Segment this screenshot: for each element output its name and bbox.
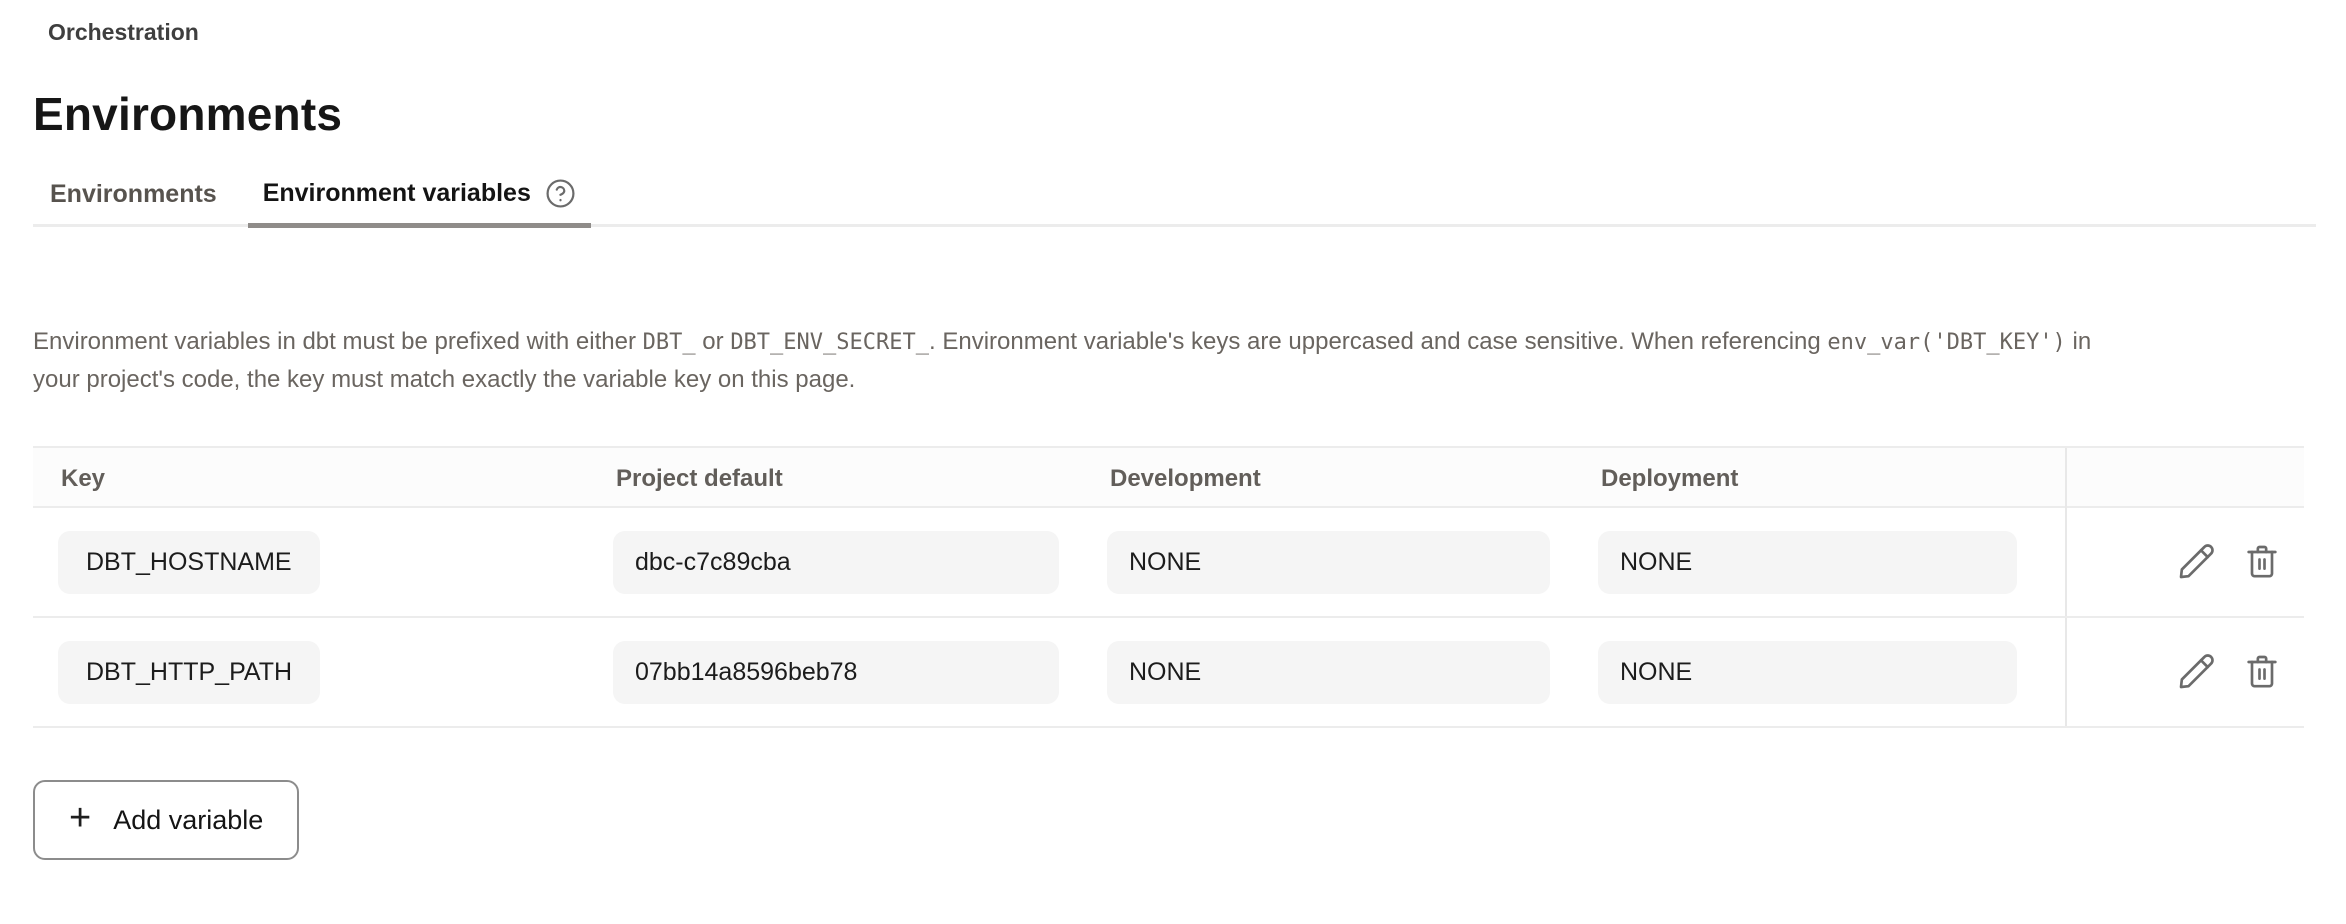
edit-variable-button[interactable] xyxy=(2176,652,2216,692)
page-title: Environments xyxy=(33,88,2316,140)
project-default-value-pill: dbc-c7c89cba xyxy=(613,531,1059,594)
trash-icon xyxy=(2242,680,2282,695)
table-row: DBT_HOSTNAME dbc-c7c89cba NONE NONE xyxy=(33,508,2304,618)
breadcrumb: Orchestration xyxy=(48,18,2316,46)
key-cell: DBT_HTTP_PATH xyxy=(58,618,613,726)
environment-variables-page: Orchestration Environments Environments … xyxy=(0,0,2346,860)
pencil-icon xyxy=(2176,680,2216,695)
add-variable-label: Add variable xyxy=(113,805,263,836)
development-cell: NONE xyxy=(1107,508,1598,616)
variable-key-pill: DBT_HTTP_PATH xyxy=(58,641,320,704)
edit-variable-button[interactable] xyxy=(2176,542,2216,582)
pencil-icon xyxy=(2176,570,2216,585)
deployment-cell: NONE xyxy=(1598,618,2065,726)
key-cell: DBT_HOSTNAME xyxy=(58,508,613,616)
tab-bar: Environments Environment variables xyxy=(33,178,2316,227)
column-header-development: Development xyxy=(1107,465,1598,493)
plus-icon: + xyxy=(69,799,91,837)
code-dbt-prefix: DBT_ xyxy=(643,330,696,355)
deployment-value-pill: NONE xyxy=(1598,641,2017,704)
development-value-pill: NONE xyxy=(1107,641,1550,704)
page-description: Environment variables in dbt must be pre… xyxy=(33,323,2128,398)
description-text: . Environment variable's keys are upperc… xyxy=(929,328,1827,355)
deployment-cell: NONE xyxy=(1598,508,2065,616)
tab-environment-variables[interactable]: Environment variables xyxy=(248,178,591,228)
table-header-row: Key Project default Development Deployme… xyxy=(33,446,2304,508)
project-default-cell: dbc-c7c89cba xyxy=(613,508,1107,616)
environment-variables-table: Key Project default Development Deployme… xyxy=(33,446,2304,728)
column-header-key: Key xyxy=(58,465,613,493)
trash-icon xyxy=(2242,570,2282,585)
tab-environments-label: Environments xyxy=(50,180,217,209)
description-text: Environment variables in dbt must be pre… xyxy=(33,328,643,355)
delete-variable-button[interactable] xyxy=(2242,652,2282,692)
development-cell: NONE xyxy=(1107,618,1598,726)
add-variable-button[interactable]: + Add variable xyxy=(33,780,299,860)
column-header-deployment: Deployment xyxy=(1598,465,2065,493)
delete-variable-button[interactable] xyxy=(2242,542,2282,582)
development-value-pill: NONE xyxy=(1107,531,1550,594)
column-header-project-default: Project default xyxy=(613,465,1107,493)
tab-environment-variables-label: Environment variables xyxy=(263,179,531,208)
row-actions xyxy=(2065,618,2304,726)
description-text: or xyxy=(696,328,731,355)
row-actions xyxy=(2065,508,2304,616)
tab-environments[interactable]: Environments xyxy=(35,180,232,228)
deployment-value-pill: NONE xyxy=(1598,531,2017,594)
column-header-actions xyxy=(2065,448,2304,510)
question-circle-icon[interactable] xyxy=(545,178,576,209)
code-env-var-example: env_var('DBT_KEY') xyxy=(1827,330,2065,355)
variable-key-pill: DBT_HOSTNAME xyxy=(58,531,320,594)
project-default-cell: 07bb14a8596beb78 xyxy=(613,618,1107,726)
table-row: DBT_HTTP_PATH 07bb14a8596beb78 NONE NONE xyxy=(33,618,2304,728)
project-default-value-pill: 07bb14a8596beb78 xyxy=(613,641,1059,704)
code-dbt-env-secret-prefix: DBT_ENV_SECRET_ xyxy=(730,330,929,355)
